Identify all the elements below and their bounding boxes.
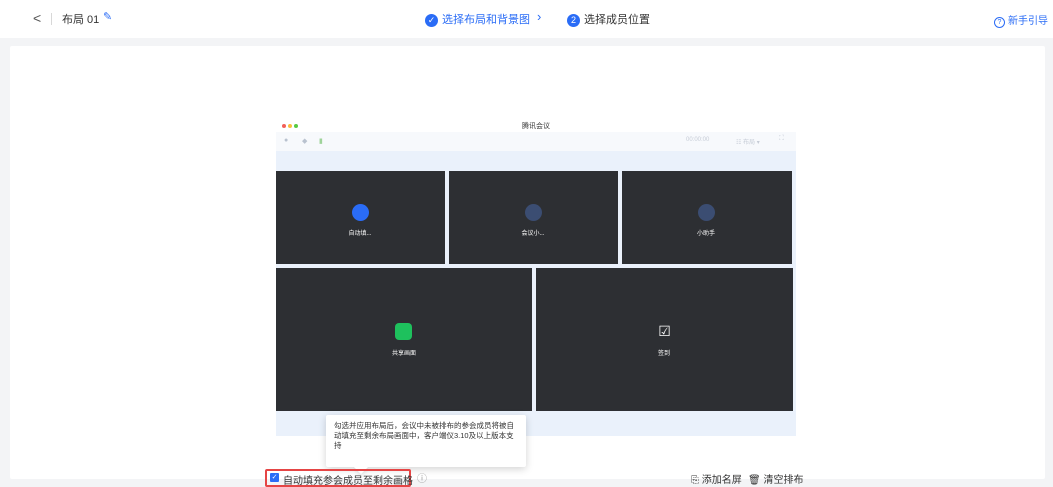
tile-screen-share[interactable]: 共享画面 [276,268,532,411]
tooltip-text: 勾选并应用布局后，会议中未被排布的参会成员将被自动填充至剩余布局画面中，客户端仪… [334,421,514,450]
tile-check-in[interactable]: ☑ 签到 [536,268,793,411]
guide-label: 新手引导 [1008,16,1048,27]
add-screen-label: 添加名屏 [701,475,742,486]
tile-helper[interactable]: 小助手 [622,171,792,264]
divider [51,13,52,25]
edit-icon[interactable]: ✎ [103,10,112,23]
tooltip: 勾选并应用布局后，会议中未被排布的参会成员将被自动填充至剩余布局画面中，客户端仪… [326,415,526,467]
help-icon: ? [994,17,1005,28]
tile-label: 自动填... [348,231,372,237]
tile-label: 签到 [657,351,670,357]
step-1-label: 选择布局和背景图 [442,14,530,26]
fullscreen-icon: ⛶ [779,135,784,142]
info-icon: ● [284,137,289,144]
window-titlebar: 腾讯会议 [276,118,796,132]
tile-label: 小助手 [696,231,715,237]
tile-label: 共享画面 [391,351,416,357]
layout-menu: ☷ 布局 ▾ [736,140,760,146]
check-icon: ✓ [425,13,438,27]
top-bar: < 布局 01 ✎ ✓ 选择布局和背景图 › 2 选择成员位置 ? 新手引导 [0,0,1053,38]
back-icon[interactable]: < [33,10,41,26]
auto-fill-icon [352,204,369,221]
step-1: ✓ 选择布局和背景图 [425,11,530,27]
info-icon[interactable]: ⓘ [417,470,427,485]
window-toolbar: ● ◆ ▮ 00:00:00 ☷ 布局 ▾ ⛶ [276,132,796,151]
shield-icon: ◆ [302,138,308,145]
layout-label: 布局 [743,140,756,146]
signal-icon: ▮ [319,138,323,145]
avatar [698,204,715,221]
screen-share-icon [395,323,412,340]
meeting-timer: 00:00:00 [686,137,710,143]
trash-icon: 🗑 [748,475,761,486]
auto-fill-checkbox[interactable]: ✓ [270,473,279,482]
auto-fill-label: 自动填充参会成员至剩余画格 [283,476,413,487]
avatar [525,204,542,221]
step-2-label: 选择成员位置 [584,14,650,26]
layout-title: 布局 01 [62,14,100,26]
step-2-number: 2 [567,13,580,27]
step-2: 2 选择成员位置 [567,11,650,27]
tile-meeting-assistant[interactable]: 会议小... [449,171,618,264]
window-title: 腾讯会议 [522,123,550,130]
calendar-check-icon: ☑ [658,323,671,339]
guide-link[interactable]: ? 新手引导 [994,12,1048,28]
tile-auto-fill[interactable]: 自动填... [276,171,445,264]
chevron-right-icon: › [537,9,542,24]
auto-fill-option: ✓ 自动填充参会成员至剩余画格 [265,469,413,487]
tile-label: 会议小... [521,231,545,237]
clear-layout-label: 清空排布 [763,475,804,486]
meeting-preview-window: 腾讯会议 ● ◆ ▮ 00:00:00 ☷ 布局 ▾ ⛶ 自动填... 会议小.… [276,118,796,436]
add-icon: ⎘ [691,475,699,486]
